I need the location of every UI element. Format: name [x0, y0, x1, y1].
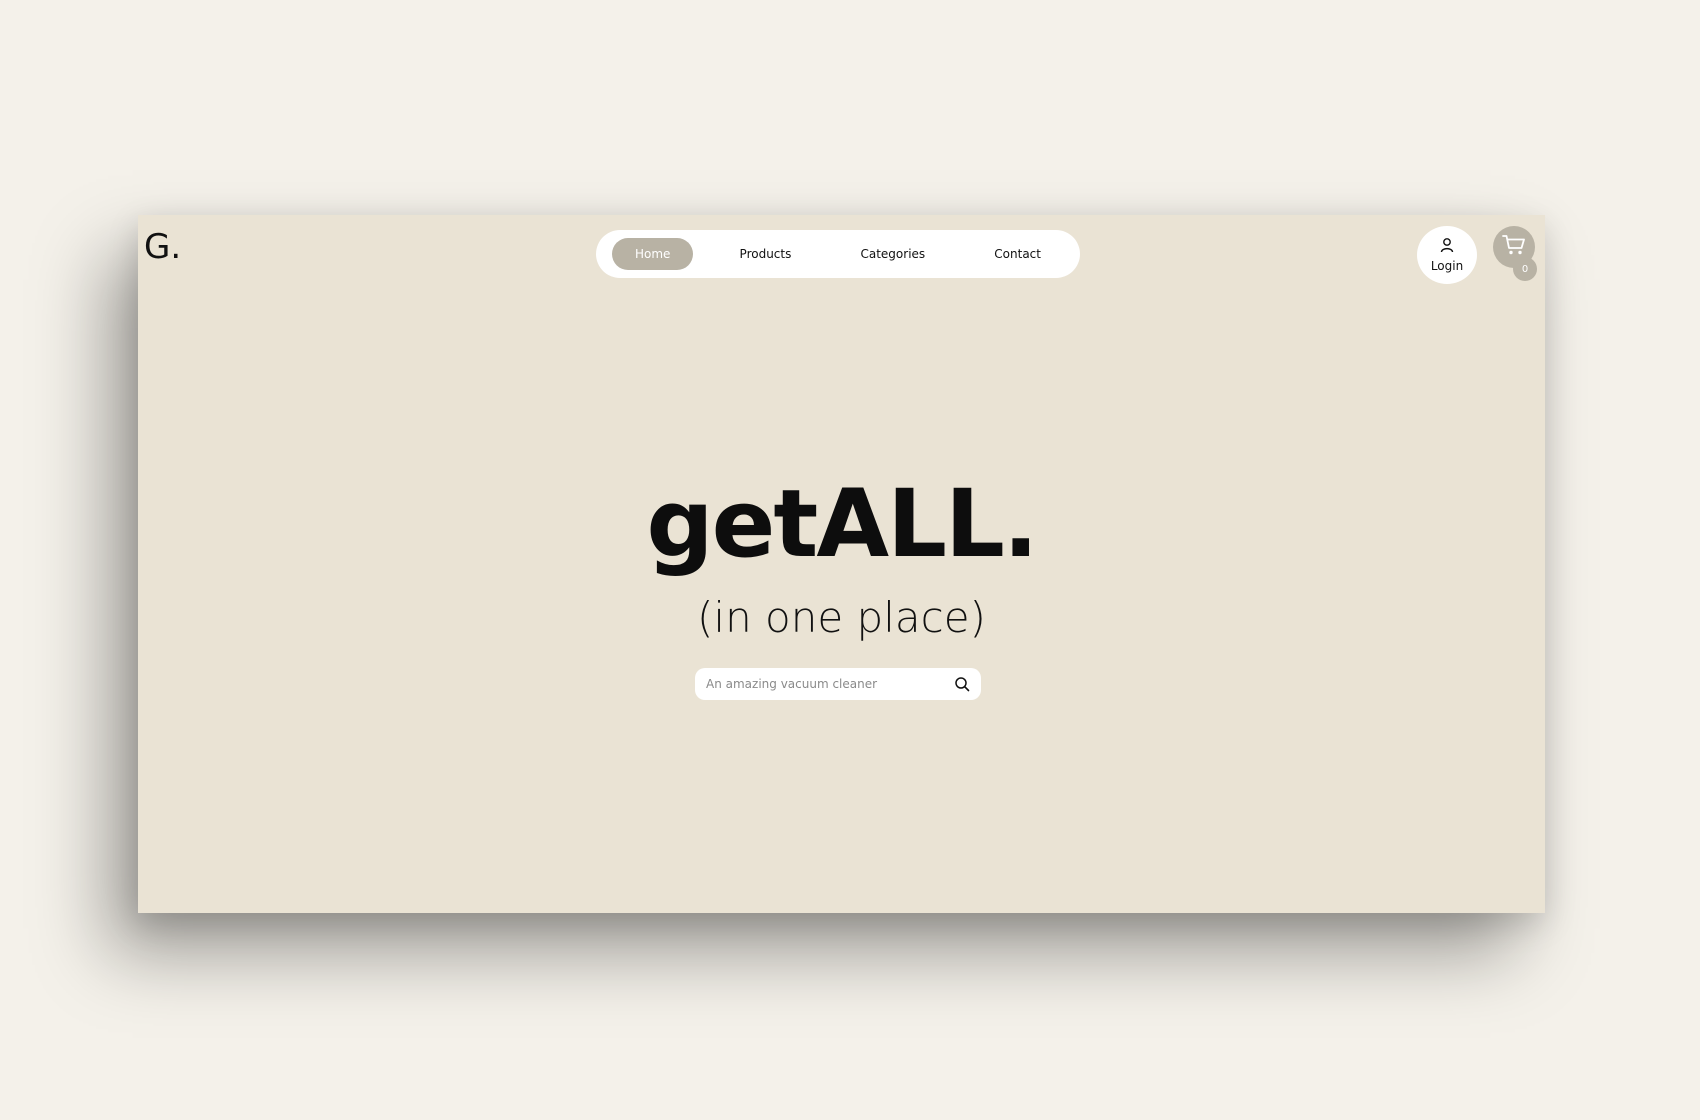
hero-title: getALL.	[646, 470, 1038, 579]
main-nav: Home Products Categories Contact	[596, 230, 1080, 278]
search-input[interactable]	[706, 677, 953, 691]
search-bar	[695, 668, 981, 700]
cart-count-badge: 0	[1513, 257, 1537, 281]
cart-icon	[1502, 234, 1526, 260]
login-label: Login	[1430, 259, 1464, 273]
nav-item-products[interactable]: Products	[717, 238, 815, 270]
nav-item-categories[interactable]: Categories	[837, 238, 948, 270]
search-icon[interactable]	[953, 675, 971, 693]
login-button[interactable]: Login	[1417, 226, 1477, 284]
brand-logo[interactable]: G.	[144, 227, 181, 267]
nav-item-contact[interactable]: Contact	[971, 238, 1064, 270]
app-frame: G. Home Products Categories Contact Logi…	[138, 215, 1545, 913]
hero-subtitle: (in one place)	[697, 593, 986, 642]
nav-item-home[interactable]: Home	[612, 238, 694, 270]
user-icon	[1439, 237, 1455, 257]
